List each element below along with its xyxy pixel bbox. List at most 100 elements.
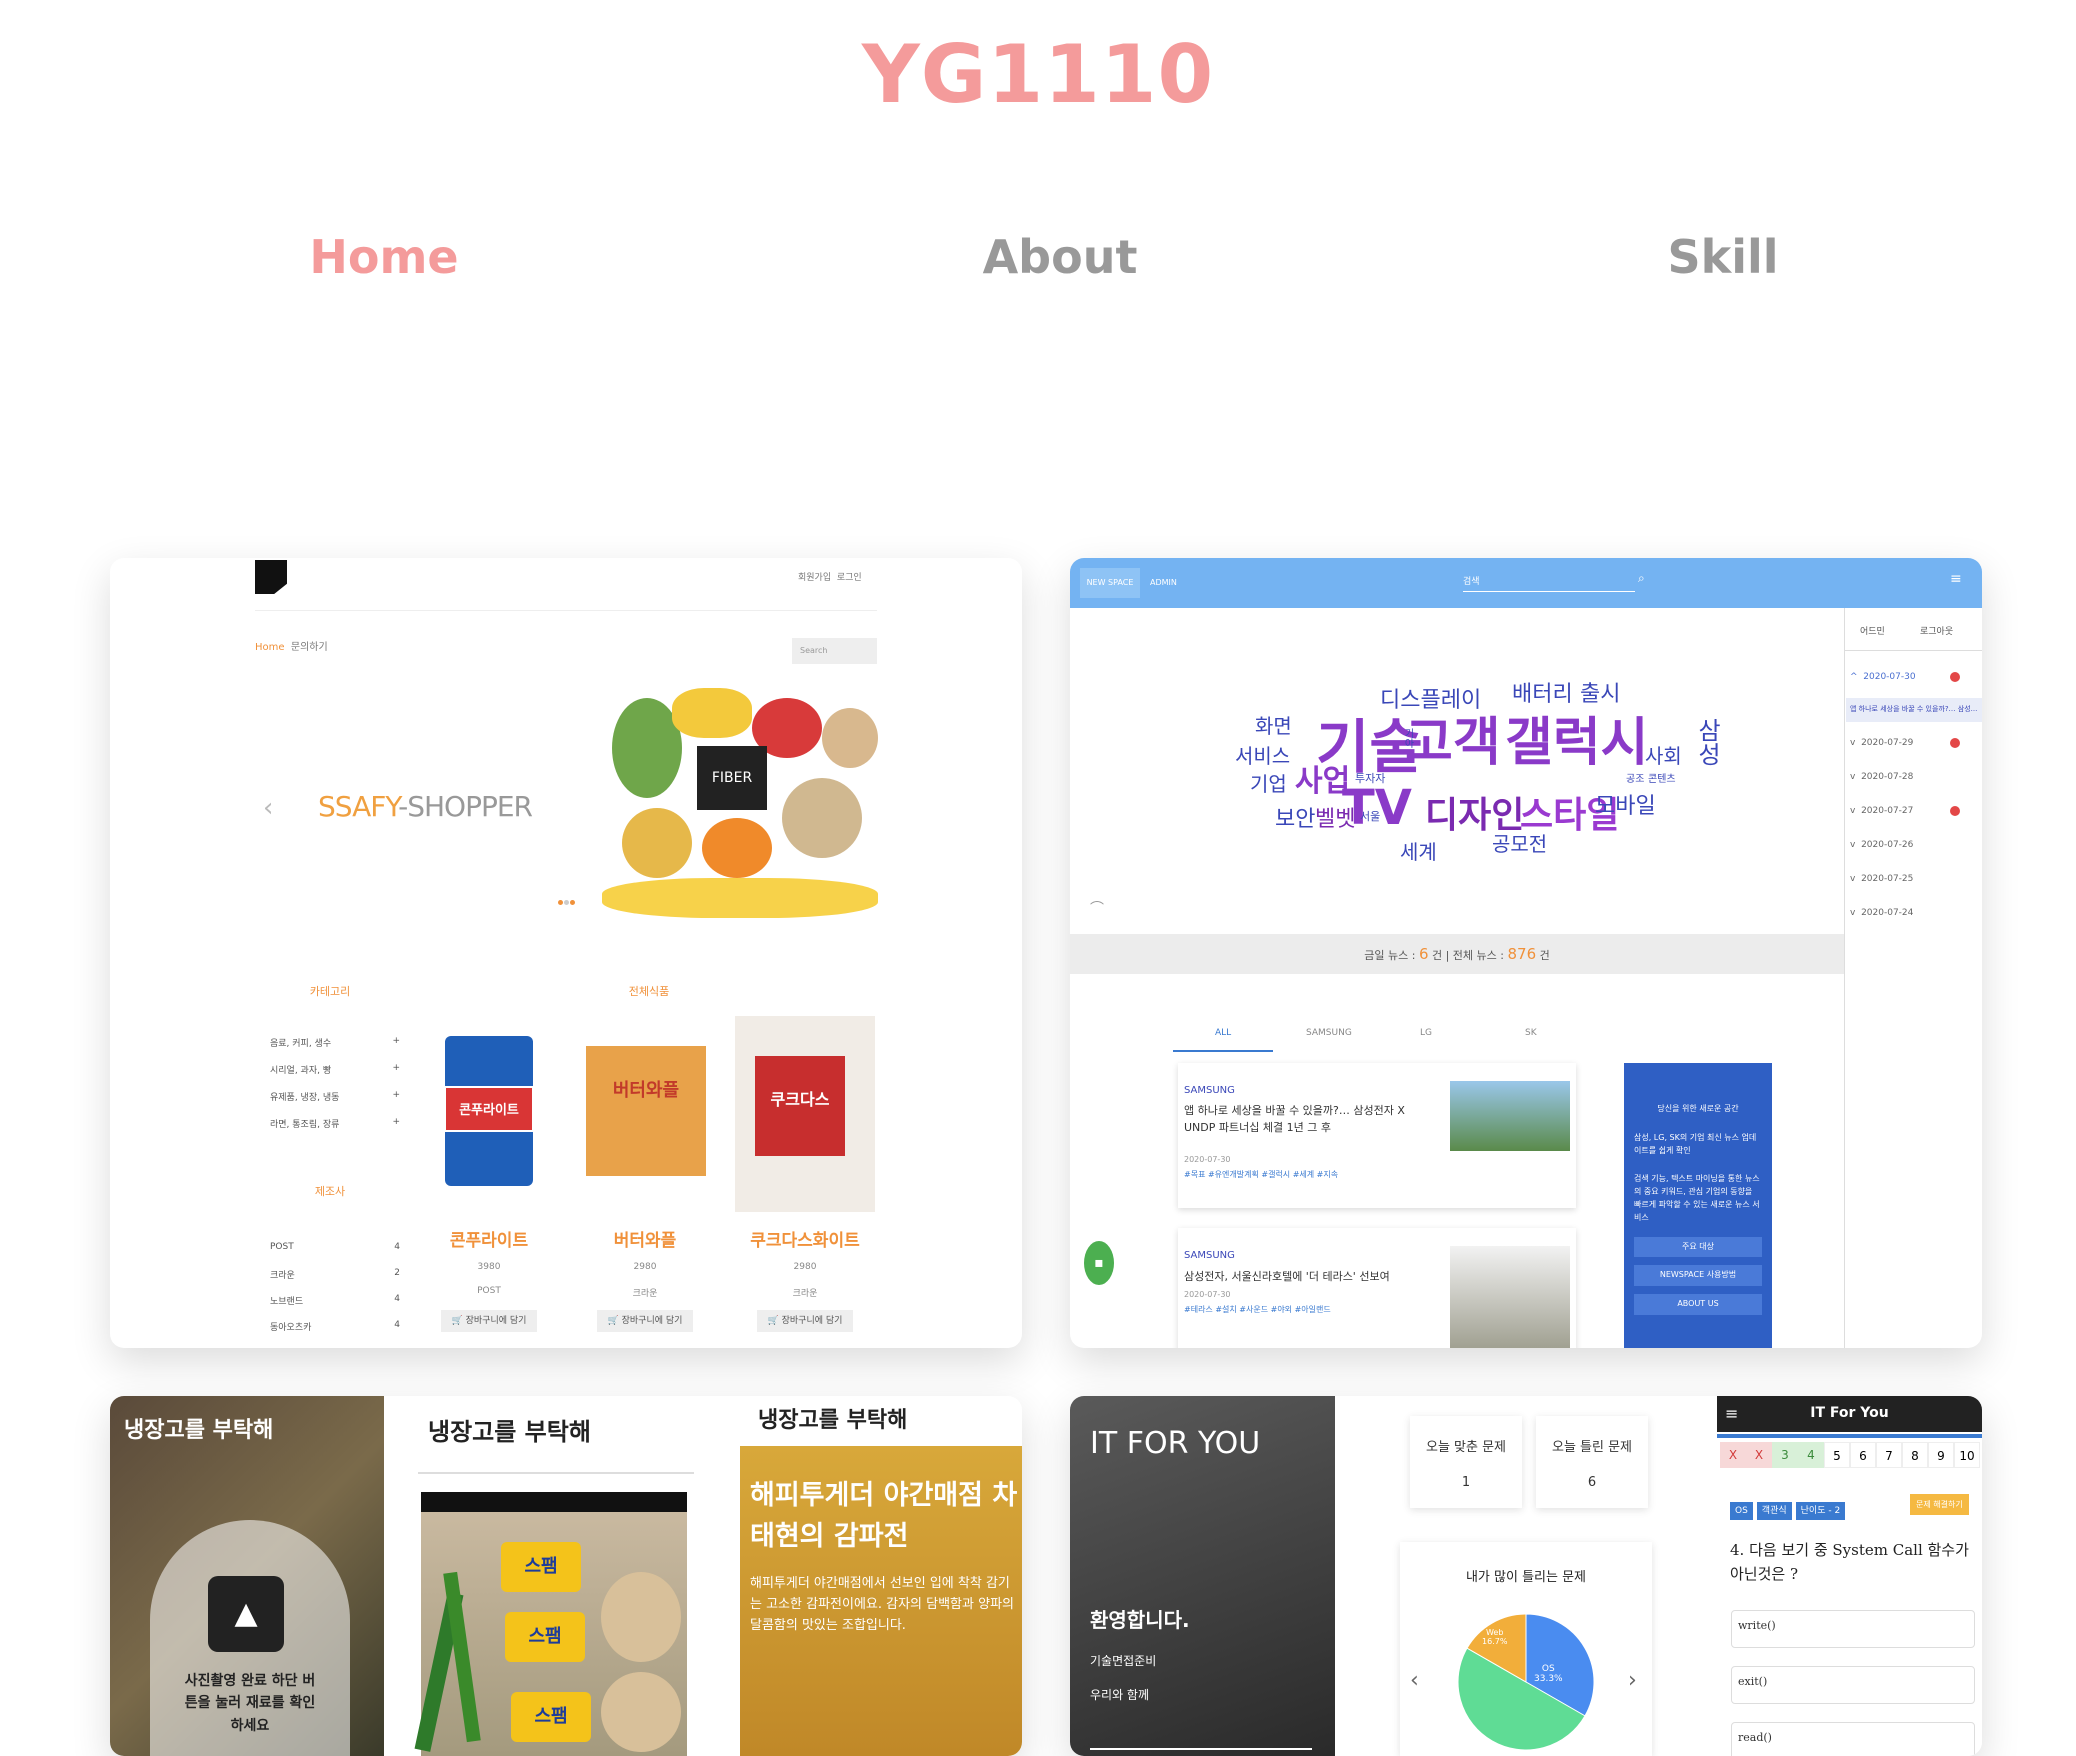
category-item[interactable]: 유제품, 냉장, 냉동 + [270,1090,400,1103]
product-name[interactable]: 버터와플 [576,1226,714,1251]
add-to-cart-button[interactable]: 🛒 장바구니에 담기 [441,1310,537,1332]
shop-search-input[interactable]: Search [792,638,877,664]
question-number[interactable]: 7 [1876,1442,1902,1468]
tab-admin[interactable]: ADMIN [1150,578,1177,587]
breadcrumb-home[interactable]: Home [255,642,285,653]
project-card-itforyou[interactable]: IT FOR YOU 환영합니다. 기술면접준비 우리와 함께 오늘 맞춘 문제… [1070,1396,1982,1756]
tab-newspace[interactable]: NEW SPACE [1080,568,1140,598]
date-item[interactable]: v 2020-07-26 [1850,840,1970,850]
recipe-title[interactable]: 해피투게더 야간매점 차태현의 감파전 [750,1476,1018,1557]
date-item[interactable]: v 2020-07-25 [1850,874,1970,884]
date-item[interactable]: v 2020-07-28 [1850,772,1970,782]
newspace-search-input[interactable]: 검색 [1463,574,1635,592]
news-count-bar: 금일 뉴스 : 6 건 | 전체 뉴스 : 876 건 [1070,934,1844,974]
chart-next-icon[interactable]: › [1628,1668,1637,1693]
add-to-cart-button[interactable]: 🛒 장바구니에 담기 [597,1310,693,1332]
product-name[interactable]: 콘푸라이트 [420,1226,558,1251]
main-nav: Home About Skill [0,230,2076,290]
nav-home[interactable]: Home [309,230,458,284]
category-item[interactable]: 음료, 커피, 생수 + [270,1036,400,1049]
answer-option[interactable]: write() [1731,1610,1975,1648]
question-text: 4. 다음 보기 중 System Call 함수가 아닌것은 ? [1730,1541,1969,1583]
product-image[interactable]: 버터와플 [576,1016,714,1212]
news-card[interactable]: SAMSUNG 앱 하나로 세상을 바꿀 수 있을까?… 삼성전자 X UNDP… [1178,1063,1576,1208]
nav-about[interactable]: About [983,230,1138,284]
fridge-title: 냉장고를 부탁해 [428,1418,591,1446]
product-image[interactable]: 콘푸라이트 [420,1016,558,1212]
header-links: 회원가입 로그인 [798,570,862,583]
solve-button[interactable]: 문제 해결하기 [1910,1494,1969,1515]
product-price: 3980 [477,1262,501,1272]
image-icon[interactable]: ▲ [208,1576,284,1652]
answer-option[interactable]: exit() [1731,1666,1975,1704]
maker-item[interactable]: 크라운 2 [270,1268,400,1281]
question-number[interactable]: 9 [1928,1442,1954,1468]
carousel-dots[interactable] [558,900,575,906]
product-name[interactable]: 쿠크다스화이트 [736,1226,874,1251]
question-numbers: X X 3 4 5 6 7 8 9 10 [1720,1442,1980,1468]
date-item[interactable]: v 2020-07-29 [1850,738,1970,748]
promo-button-about[interactable]: ABOUT US [1634,1294,1762,1315]
question-number[interactable]: 8 [1902,1442,1928,1468]
news-tab-all[interactable]: ALL [1215,1028,1231,1038]
breadcrumb: Home 문의하기 [255,638,328,653]
welcome-text: 환영합니다. [1090,1608,1190,1632]
project-card-shopper[interactable]: 회원가입 로그인 Home 문의하기 Search ‹ › SSAFY-SHOP… [110,558,1022,1348]
question-number[interactable]: 3 [1772,1442,1798,1468]
add-to-cart-button[interactable]: 🛒 장바구니에 담기 [757,1310,853,1332]
recipe-description: 해피투게더 야간매점에서 선보인 입에 착착 감기는 고소한 감파전이에요. 감… [750,1576,1014,1633]
word-cloud: 기술 고객 갤럭시 TV 디자인 스타일 사업 디스플레이 배터리 출시 화면 … [1235,682,1721,864]
date-item[interactable]: v 2020-07-24 [1850,908,1970,918]
question-number[interactable]: X [1746,1442,1772,1468]
question-number[interactable]: 5 [1824,1442,1850,1468]
project-card-fridge[interactable]: 냉장고를 부탁해 ▲ 사진촬영 완료 하단 버튼을 눌러 재료를 확인하세요 냉… [110,1396,1022,1756]
maker-item[interactable]: 노브랜드 4 [270,1294,400,1307]
maker-item[interactable]: 동아오츠카 4 [270,1320,400,1333]
date-news-item[interactable]: 앱 하나로 세상을 바꿀 수 있을까?… 삼성... [1846,698,1982,722]
question-number[interactable]: 10 [1954,1442,1980,1468]
carousel-prev-icon[interactable]: ‹ [263,793,273,823]
news-tab-sk[interactable]: SK [1525,1028,1537,1038]
menu-together[interactable]: 우리와 함께 [1090,1686,1149,1703]
news-tab-lg[interactable]: LG [1420,1028,1432,1038]
site-logo[interactable]: YG1110 [0,28,2076,121]
menu-icon[interactable]: ≡ [1950,571,1962,587]
shop-logo-icon [255,560,287,594]
category-item[interactable]: 시리얼, 과자, 빵 + [270,1063,400,1076]
question-number[interactable]: 4 [1798,1442,1824,1468]
question-number[interactable]: X [1720,1442,1746,1468]
product-maker: 크라운 [632,1289,658,1299]
project-card-newspace[interactable]: NEW SPACE ADMIN 검색 ⌕ ≡ 어드민 로그아웃 ^ 2020-0… [1070,558,1982,1348]
answer-option[interactable]: read() [1731,1722,1975,1756]
question-number[interactable]: 6 [1850,1442,1876,1468]
news-tab-samsung[interactable]: SAMSUNG [1306,1028,1352,1038]
date-item[interactable]: v 2020-07-27 [1850,806,1970,816]
news-card[interactable]: SAMSUNG 삼성전자, 서울신라호텔에 '더 테라스' 선보여 2020-0… [1178,1228,1576,1348]
search-icon[interactable]: ⌕ [1638,571,1645,586]
chat-icon[interactable]: ▪ [1084,1241,1114,1285]
banner-brand: SSAFY-SHOPPER [318,790,533,823]
trend-icon[interactable]: ⌒ [1090,898,1104,918]
category-item[interactable]: 라면, 통조림, 장류 + [270,1117,400,1130]
chart-title: 내가 많이 틀리는 문제 [1465,1570,1587,1585]
pie-label-web: Web 16.7% [1482,1628,1508,1646]
maker-item[interactable]: POST 4 [270,1242,400,1252]
promo-button-target[interactable]: 주요 대상 [1634,1236,1762,1258]
nav-skill[interactable]: Skill [1667,230,1778,284]
login-link[interactable]: 로그인 [837,573,862,583]
question-tags: OS 객관식 난이도 - 2 [1730,1498,1846,1520]
menu-interview[interactable]: 기술면접준비 [1090,1652,1156,1669]
breadcrumb-inquiry[interactable]: 문의하기 [291,642,328,653]
promo-button-howto[interactable]: NEWSPACE 사용방법 [1634,1265,1762,1287]
product-image[interactable]: 쿠크다스 [735,1016,875,1212]
signup-link[interactable]: 회원가입 [798,573,831,583]
admin-link[interactable]: 어드민 [1860,624,1885,637]
date-item[interactable]: ^ 2020-07-30 [1850,672,1970,682]
news-thumbnail [1450,1081,1570,1151]
fridge-title: 냉장고를 부탁해 [758,1408,908,1433]
stat-correct: 오늘 맞춘 문제 1 [1410,1416,1522,1508]
banner-food-image: FIBER [602,688,878,928]
product-price: 2980 [793,1262,817,1272]
chart-prev-icon[interactable]: ‹ [1410,1668,1419,1693]
logout-link[interactable]: 로그아웃 [1920,624,1953,637]
